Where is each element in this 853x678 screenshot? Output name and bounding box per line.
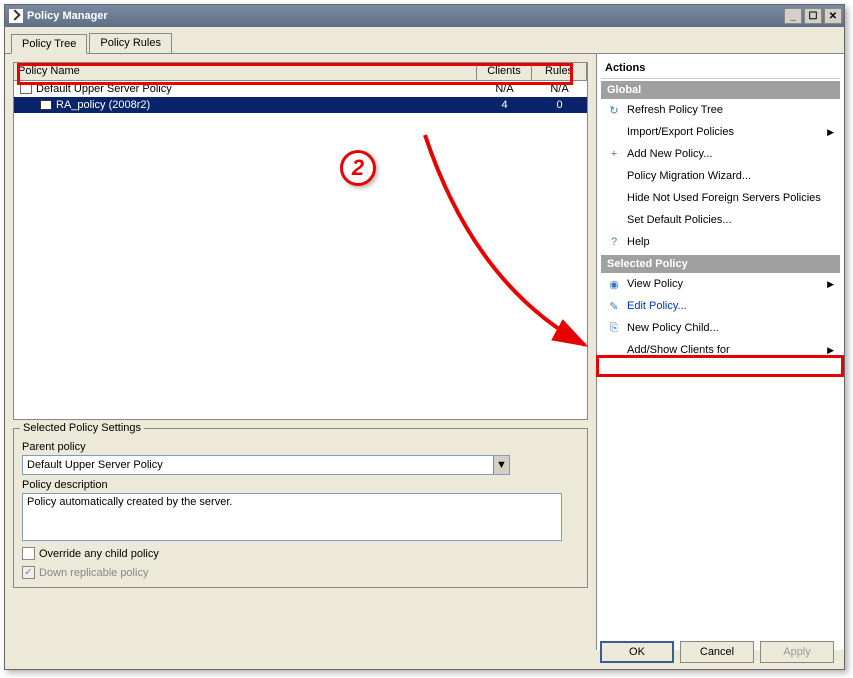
policy-manager-window: Policy Manager _ ☐ ✕ Policy Tree Policy … [4,4,845,670]
annotation-arrow [5,5,846,671]
